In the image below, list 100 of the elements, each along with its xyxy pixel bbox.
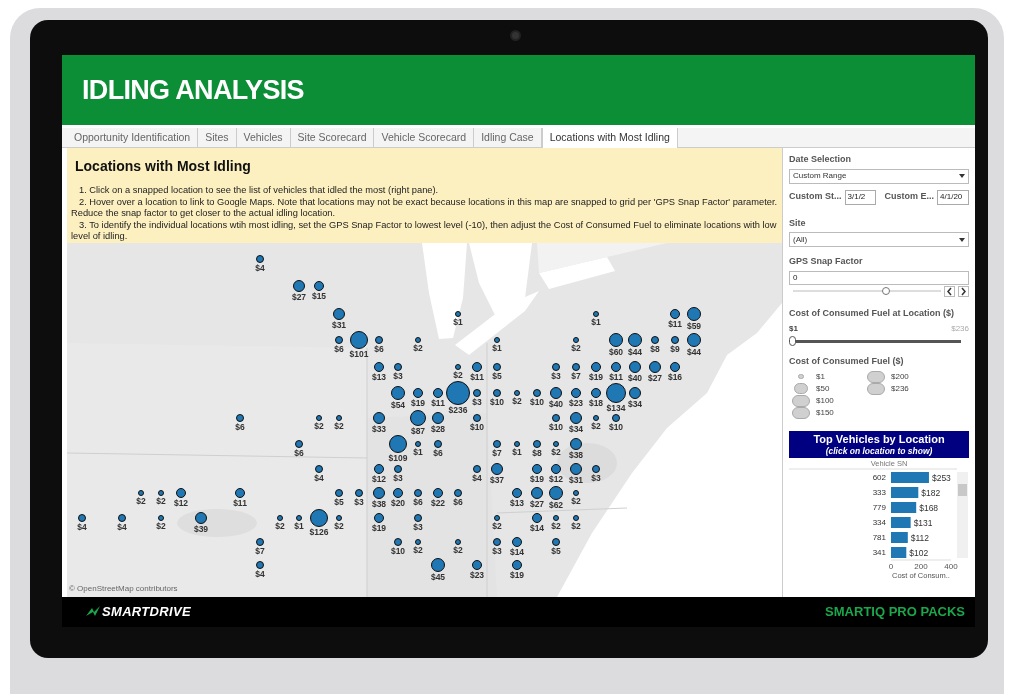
cost-label: $38 (371, 500, 387, 510)
cost-label: $126 (309, 528, 329, 538)
category-label: 602 (872, 472, 886, 482)
cost-label: $20 (390, 499, 406, 509)
cost-label: $2 (492, 522, 502, 532)
filter-label: Site (789, 216, 807, 230)
cost-label: $19 (588, 373, 604, 383)
cost-label: $236 (448, 406, 468, 415)
cost-label: $3 (393, 371, 403, 381)
cost-label: $31 (331, 320, 347, 330)
cost-label: $19 (371, 524, 387, 534)
dropdown[interactable]: (All) (789, 232, 969, 247)
tab[interactable]: Vehicles (236, 128, 291, 147)
cost-label: $7 (571, 372, 581, 382)
product-name: SMARTIQ PRO PACKS (825, 603, 965, 622)
cost-label: $4 (117, 522, 127, 532)
range-min: $1 (789, 323, 798, 335)
map-attribution: © OpenStreetMap contributors (69, 583, 178, 595)
cost-label: $10 (390, 547, 406, 557)
cost-label: $12 (548, 474, 564, 484)
tab[interactable]: Opportunity Identification (67, 128, 199, 147)
filter-label: GPS Snap Factor (789, 255, 864, 268)
category-label: 334 (872, 517, 886, 527)
cost-label: $2 (551, 522, 561, 532)
value-label: $102 (909, 547, 929, 558)
cost-label: $12 (173, 498, 189, 508)
cost-label: $10 (469, 423, 485, 433)
tab[interactable]: Vehicle Scorecard (374, 128, 475, 147)
cost-label: $16 (667, 372, 683, 382)
cost-label: $11 (431, 398, 445, 408)
cost-label: $8 (650, 345, 660, 355)
cost-label: $28 (430, 424, 446, 434)
cost-label: $2 (156, 522, 166, 532)
cost-label: $6 (413, 498, 423, 507)
cost-label: $2 (571, 522, 581, 532)
cost-label: $39 (193, 525, 209, 535)
cost-label: $1 (413, 448, 423, 458)
cost-label: $38 (568, 451, 584, 461)
date-field[interactable]: 4/1/20 (937, 189, 969, 205)
tick-label: 0 (888, 561, 894, 571)
filter-label: Custom St... (789, 190, 842, 204)
cost-label: $8 (532, 449, 542, 459)
category-label: 333 (872, 487, 886, 497)
cost-label: $44 (627, 347, 643, 357)
value-label: $168 (919, 502, 939, 513)
instruction-text: 1. Click on a snapped location to see the list of vehicles that idled the most (right pane). (78, 185, 440, 197)
cost-label: $10 (489, 398, 505, 408)
cost-label: $6 (235, 423, 245, 432)
cost-label: $2 (334, 422, 344, 432)
cost-label: $14 (529, 523, 545, 533)
cost-label: $10 (608, 423, 624, 433)
cost-label: $2 (156, 497, 166, 507)
cost-label: $4 (255, 263, 265, 273)
cost-label: $4 (77, 522, 87, 532)
cost-label: $6 (294, 449, 304, 458)
chart-subtitle: (click on location to show) (825, 445, 933, 456)
dropdown[interactable]: Custom Range (789, 168, 969, 184)
cost-label: $2 (453, 371, 463, 381)
cost-label: $19 (410, 399, 426, 409)
filter-label: Cost of Consumed Fuel ($) (789, 355, 905, 368)
cost-label: $13 (371, 372, 387, 382)
cost-label: $3 (413, 522, 423, 532)
cost-label: $18 (588, 399, 604, 409)
cost-label: $45 (430, 572, 446, 582)
legend-label: $50 (816, 382, 830, 395)
cost-label: $11 (233, 498, 247, 508)
cost-label: $31 (568, 475, 584, 485)
filter-label: Date Selection (789, 153, 853, 166)
tab[interactable]: Site Scorecard (290, 128, 375, 147)
legend-label: $236 (891, 382, 909, 395)
cost-label: $11 (470, 372, 484, 382)
input-field[interactable]: 0 (789, 270, 969, 285)
cost-label: $6 (374, 345, 384, 354)
cost-label: $62 (548, 501, 564, 511)
cost-label: $12 (371, 474, 387, 484)
category-label: 781 (872, 532, 886, 542)
cost-label: $10 (548, 423, 564, 433)
cost-label: $59 (686, 322, 702, 332)
cost-label: $11 (609, 372, 623, 382)
tab[interactable]: Locations with Most Idling (541, 128, 678, 148)
cost-label: $5 (334, 497, 344, 507)
cost-label: $5 (492, 371, 502, 381)
category-label: 779 (872, 502, 886, 512)
filter-label: Custom E... (884, 190, 935, 204)
cost-label: $2 (136, 497, 146, 507)
category-label: 341 (872, 547, 886, 557)
cost-label: $3 (472, 397, 482, 407)
cost-label: $5 (551, 546, 561, 556)
cost-label: $6 (453, 498, 463, 507)
cost-label: $2 (571, 497, 581, 507)
chart-title: Top Vehicles by Location (813, 432, 945, 446)
cost-label: $9 (670, 345, 680, 355)
cost-label: $13 (509, 498, 525, 508)
cost-label: $2 (453, 546, 463, 556)
date-field[interactable]: 3/1/2 (844, 189, 876, 205)
tick-label: 400 (944, 561, 958, 571)
range-max: $236 (951, 323, 969, 335)
tab[interactable]: Idling Case (474, 128, 542, 147)
instruction-text: 3. To identify the individual locations wtih most idling, set the GPS Snap Factor to lowest level (-10), then adjust the Cost of Consumed Fuel to eliminate locations with low level of idling. (71, 219, 778, 243)
tab[interactable]: Sites (198, 128, 237, 147)
